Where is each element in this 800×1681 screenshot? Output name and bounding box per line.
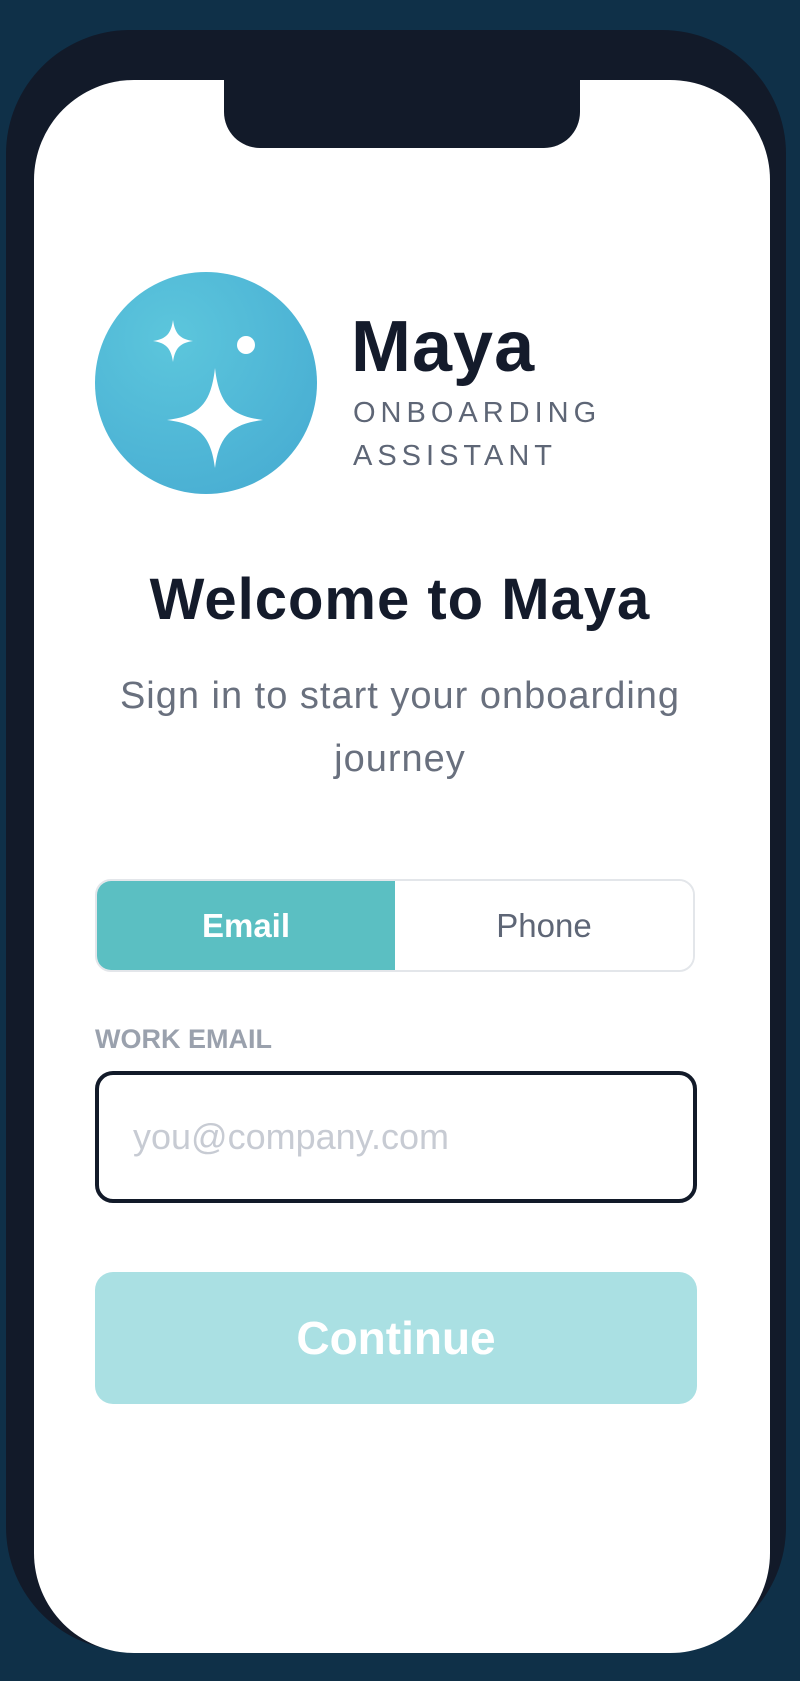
email-input[interactable] bbox=[95, 1071, 697, 1203]
sparkles-icon bbox=[153, 320, 263, 468]
brand-name: Maya bbox=[351, 307, 536, 387]
brand-header: Maya ONBOARDING ASSISTANT bbox=[95, 272, 695, 494]
toggle-option-phone[interactable]: Phone bbox=[395, 881, 693, 970]
toggle-option-email[interactable]: Email bbox=[97, 881, 395, 970]
welcome-subtitle: Sign in to start your onboarding journey bbox=[119, 675, 681, 780]
brand-subtitle: ONBOARDING ASSISTANT bbox=[353, 397, 602, 472]
welcome-title: Welcome to Maya bbox=[149, 567, 651, 632]
logo bbox=[95, 272, 317, 494]
continue-button[interactable]: Continue bbox=[95, 1272, 697, 1404]
sign-in-method-toggle: Email Phone bbox=[95, 879, 695, 972]
email-field-label: WORK EMAIL bbox=[95, 1024, 272, 1054]
phone-notch bbox=[224, 80, 580, 148]
